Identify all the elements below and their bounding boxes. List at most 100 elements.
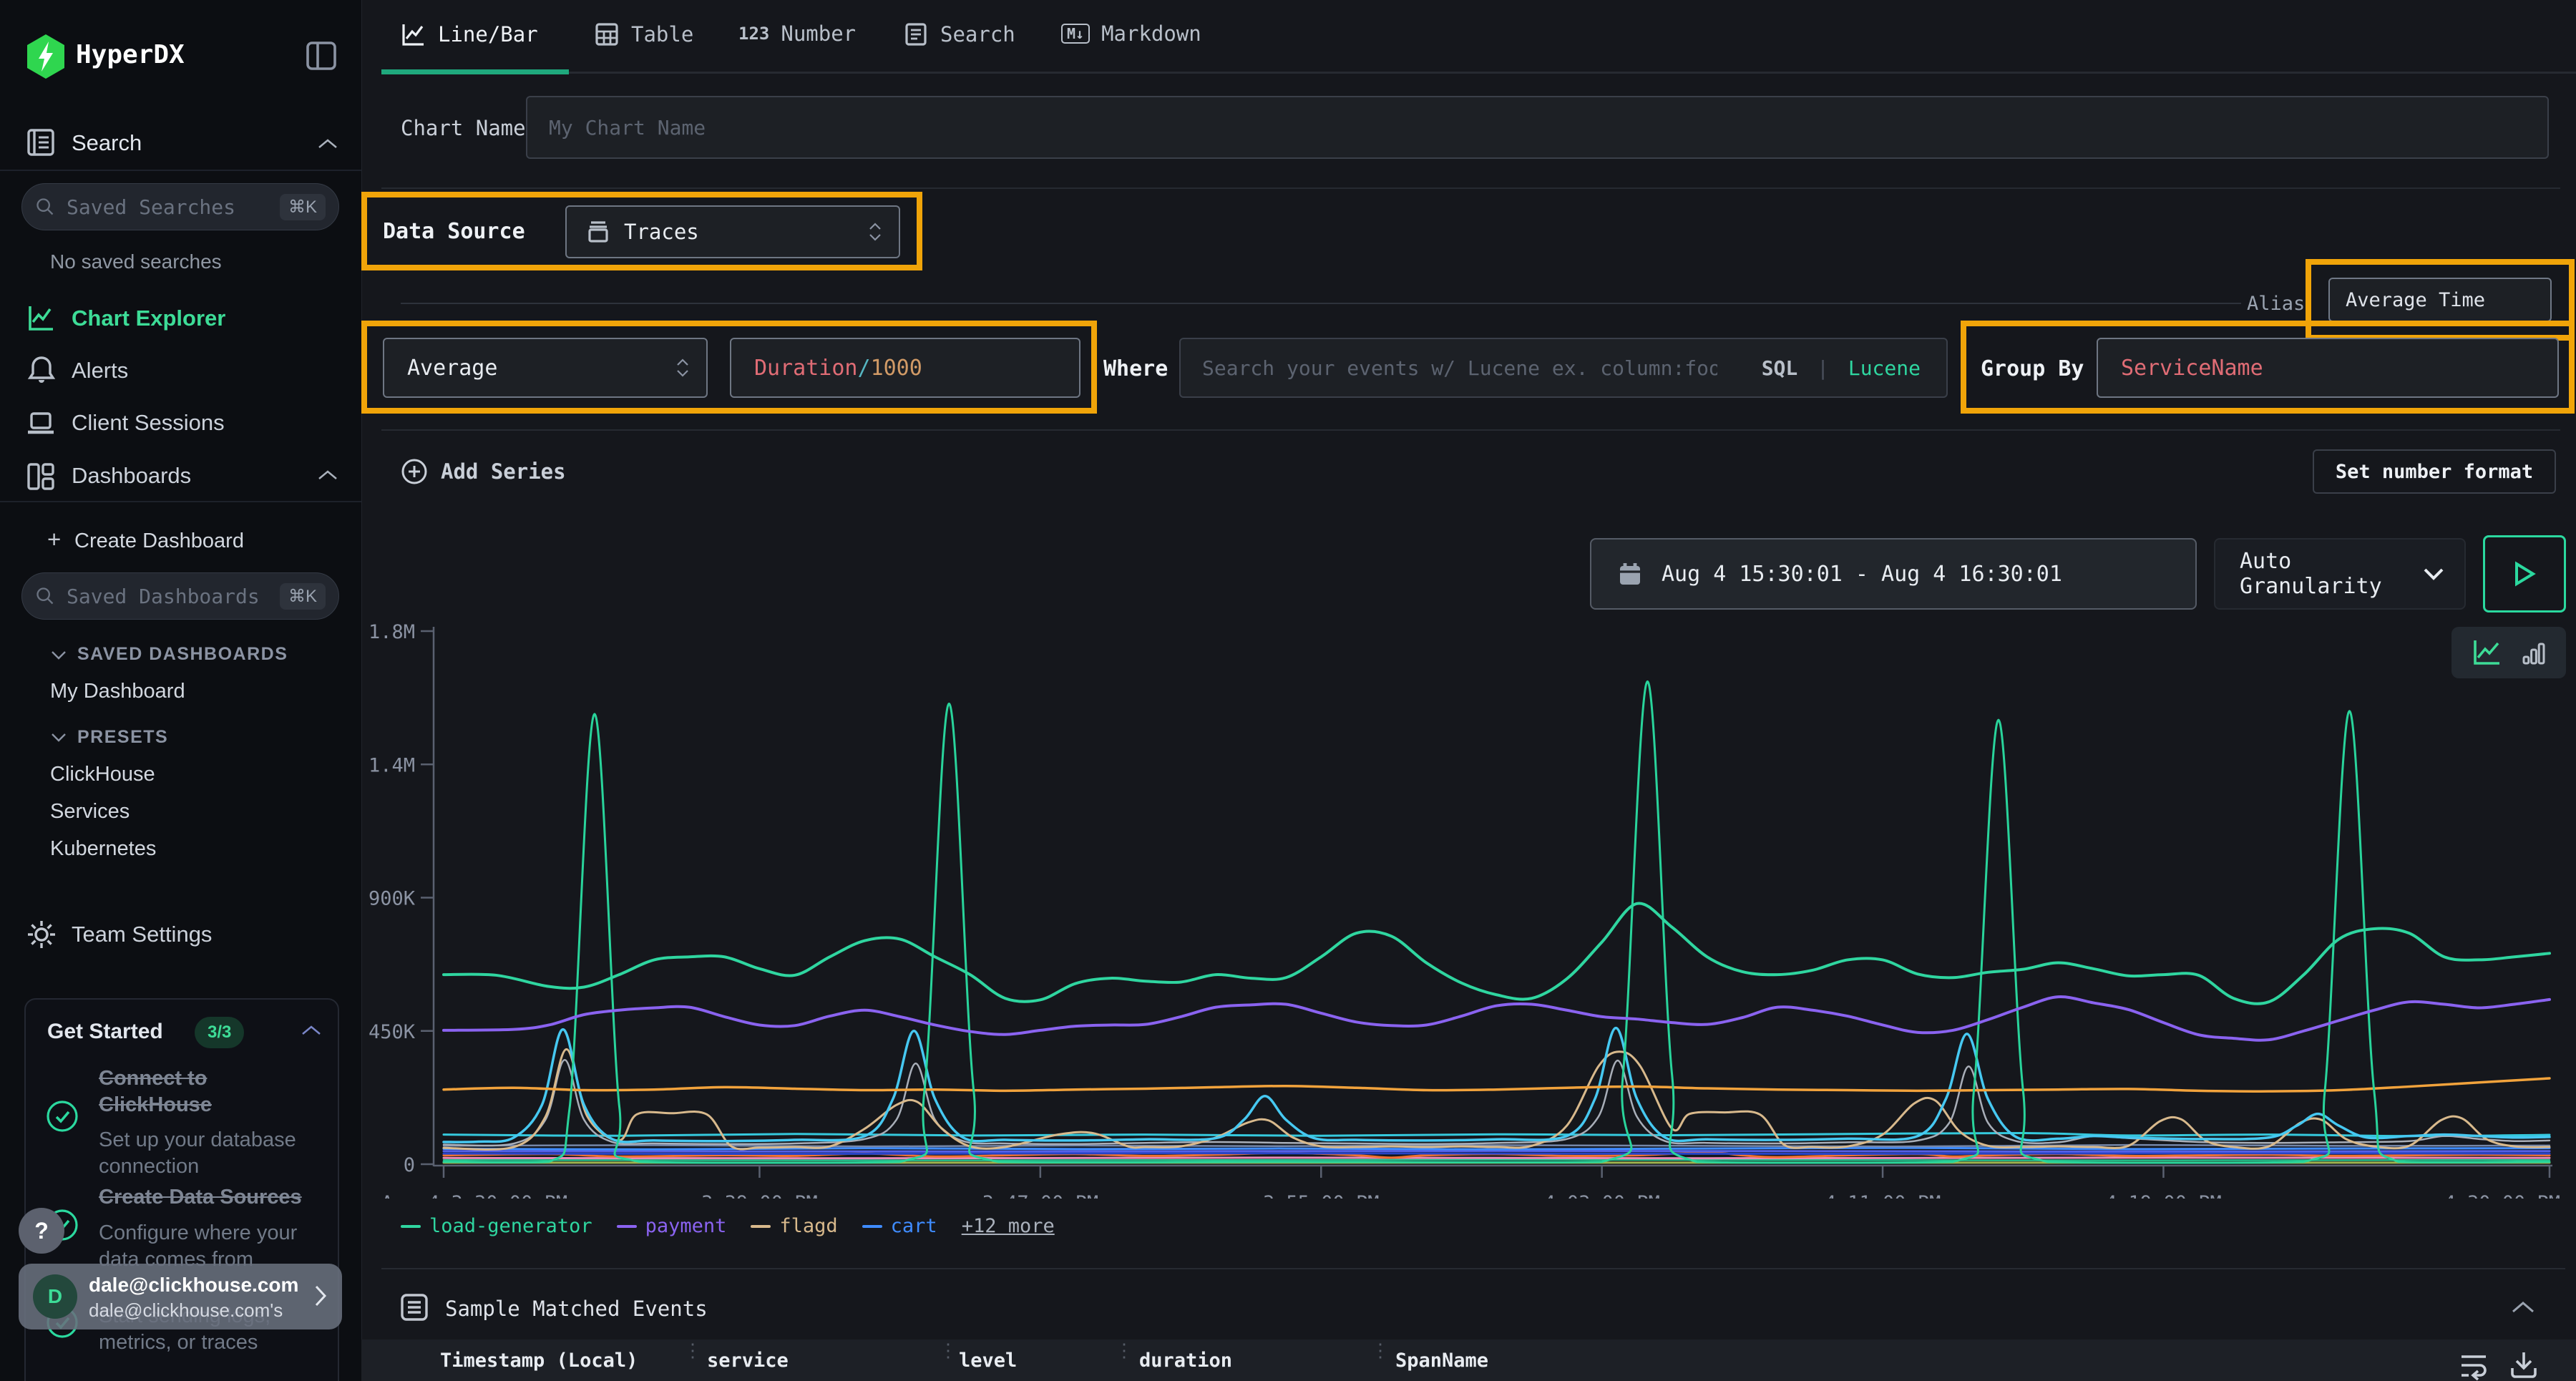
column-header[interactable]: Timestamp (Local) (440, 1339, 638, 1381)
sidebar-item-kubernetes[interactable]: Kubernetes (50, 837, 156, 861)
timeseries-chart[interactable]: 0450K900K1.4M1.8MAug 4 3:30:00 PM3:39:00… (361, 612, 2576, 1199)
tab-number[interactable]: 123 Number (738, 21, 856, 46)
legend-more-link[interactable]: +12 more (962, 1215, 1055, 1237)
run-query-button[interactable] (2483, 535, 2566, 613)
column-header[interactable]: duration (1139, 1339, 1232, 1381)
field-token: Duration (754, 356, 858, 381)
legend-label: flagd (779, 1215, 837, 1237)
chevron-up-icon[interactable] (317, 137, 338, 154)
sidebar-item-clickhouse[interactable]: ClickHouse (50, 763, 155, 786)
svg-text:4:03:00 PM: 4:03:00 PM (1543, 1192, 1660, 1199)
column-header[interactable]: SpanName (1395, 1339, 1488, 1381)
traces-box-icon (587, 220, 610, 244)
date-range-picker[interactable]: Aug 4 15:30:01 - Aug 4 16:30:01 (1590, 538, 2197, 610)
search-icon (35, 197, 55, 217)
legend-item[interactable]: payment (617, 1215, 727, 1237)
sidebar-item-client-sessions[interactable]: Client Sessions (72, 410, 225, 436)
saved-searches-input[interactable]: ⌘K (21, 183, 339, 230)
tab-markdown[interactable]: M↓ Markdown (1061, 21, 1201, 46)
aggregation-field-input[interactable]: Duration/1000 (730, 338, 1080, 398)
number-123-icon: 123 (738, 24, 769, 44)
sidebar-item-search[interactable]: Search (72, 130, 142, 156)
saved-searches-field[interactable] (65, 195, 280, 220)
sidebar-item-dashboards[interactable]: Dashboards (72, 463, 191, 489)
get-started-item-title[interactable]: Create Data Sources (99, 1184, 342, 1211)
get-started-item-title[interactable]: Connect to ClickHouse (99, 1065, 270, 1118)
sql-mode-toggle[interactable]: SQL (1762, 356, 1798, 380)
legend-label: payment (645, 1215, 727, 1237)
chart-name-input[interactable] (526, 96, 2549, 159)
divider (0, 170, 361, 171)
column-resize-handle[interactable]: ⋮ (939, 1347, 957, 1356)
tab-table[interactable]: Table (594, 21, 693, 47)
legend-item[interactable]: cart (862, 1215, 937, 1237)
hyperdx-chart-explorer: HyperDX Search ⌘K No saved searches Char… (0, 0, 2576, 1381)
saved-dashboards-input[interactable]: ⌘K (21, 572, 339, 620)
shortcut-badge: ⌘K (280, 583, 326, 610)
wrap-text-icon[interactable] (2457, 1350, 2490, 1381)
chevron-down-icon[interactable] (50, 732, 67, 746)
tab-label: Number (781, 21, 856, 46)
group-by-input[interactable]: ServiceName (2097, 338, 2559, 398)
sidebar-item-create-dashboard[interactable]: Create Dashboard (74, 530, 244, 553)
sidebar-item-chart-explorer[interactable]: Chart Explorer (72, 306, 225, 331)
column-resize-handle[interactable]: ⋮ (1115, 1347, 1133, 1356)
brand-title: HyperDX (76, 40, 185, 69)
active-tab-underline (381, 69, 569, 74)
sidebar-item-alerts[interactable]: Alerts (72, 358, 128, 384)
legend-item[interactable]: flagd (751, 1215, 837, 1237)
column-header[interactable]: service (707, 1339, 789, 1381)
alias-connector-line (401, 303, 2241, 304)
column-header[interactable]: level (959, 1339, 1017, 1381)
gear-icon (26, 919, 57, 954)
tab-line-bar[interactable]: Line/Bar (401, 21, 538, 47)
user-menu[interactable]: D dale@clickhouse.com dale@clickhouse.co… (19, 1264, 342, 1329)
markdown-icon: M↓ (1061, 24, 1090, 44)
granularity-select[interactable]: Auto Granularity (2214, 538, 2466, 610)
group-by-value: ServiceName (2121, 356, 2263, 381)
where-label: Where (1103, 356, 1168, 381)
legend-item[interactable]: load-generator (401, 1215, 592, 1237)
lucene-mode-toggle[interactable]: Lucene (1848, 356, 1921, 380)
chevron-down-icon[interactable] (50, 650, 67, 664)
saved-dashboards-field[interactable] (65, 584, 280, 609)
saved-dashboards-group-header[interactable]: SAVED DASHBOARDS (77, 644, 288, 665)
mode-divider: | (1817, 356, 1829, 380)
plus-icon: + (47, 526, 61, 553)
sidebar-item-team-settings[interactable]: Team Settings (72, 922, 212, 947)
check-circle-icon (46, 1100, 79, 1136)
chart-name-field[interactable] (527, 116, 2547, 140)
column-resize-handle[interactable]: ⋮ (683, 1347, 702, 1356)
shortcut-badge: ⌘K (280, 194, 326, 220)
chevron-up-icon[interactable] (317, 469, 338, 485)
svg-text:1.8M: 1.8M (369, 621, 415, 643)
alias-field[interactable] (2330, 289, 2550, 311)
alias-input[interactable] (2328, 278, 2552, 322)
where-input[interactable]: SQL | Lucene (1179, 338, 1948, 398)
sidebar-item-my-dashboard[interactable]: My Dashboard (50, 680, 185, 703)
tab-label: Markdown (1101, 21, 1201, 46)
set-number-format-button[interactable]: Set number format (2313, 449, 2556, 494)
download-icon[interactable] (2507, 1348, 2540, 1381)
collapse-section-icon[interactable] (2510, 1299, 2536, 1318)
help-button[interactable]: ? (19, 1208, 64, 1254)
dashboards-icon (26, 462, 56, 495)
column-resize-handle[interactable]: ⋮ (1371, 1347, 1390, 1356)
group-by-label: Group By (1981, 356, 2084, 381)
user-subtext: dale@clickhouse.com's (89, 1299, 283, 1322)
data-source-select[interactable]: Traces (565, 205, 900, 258)
add-series-label: Add Series (441, 459, 566, 484)
table-icon (594, 21, 620, 47)
get-started-badge: 3/3 (195, 1017, 244, 1048)
aggregation-function-value: Average (407, 356, 497, 381)
presets-group-header[interactable]: PRESETS (77, 727, 168, 748)
tab-search[interactable]: Search (903, 21, 1015, 47)
divider (381, 429, 2560, 431)
sidebar-item-services[interactable]: Services (50, 800, 130, 824)
add-series-button[interactable]: Add Series (401, 458, 566, 485)
chart-legend: load-generator payment flagd cart +12 more (401, 1215, 1055, 1237)
sample-events-title: Sample Matched Events (445, 1297, 708, 1321)
aggregation-function-select[interactable]: Average (383, 338, 708, 398)
sidebar-collapse-icon[interactable] (306, 42, 336, 74)
chevron-up-icon[interactable] (301, 1024, 322, 1040)
